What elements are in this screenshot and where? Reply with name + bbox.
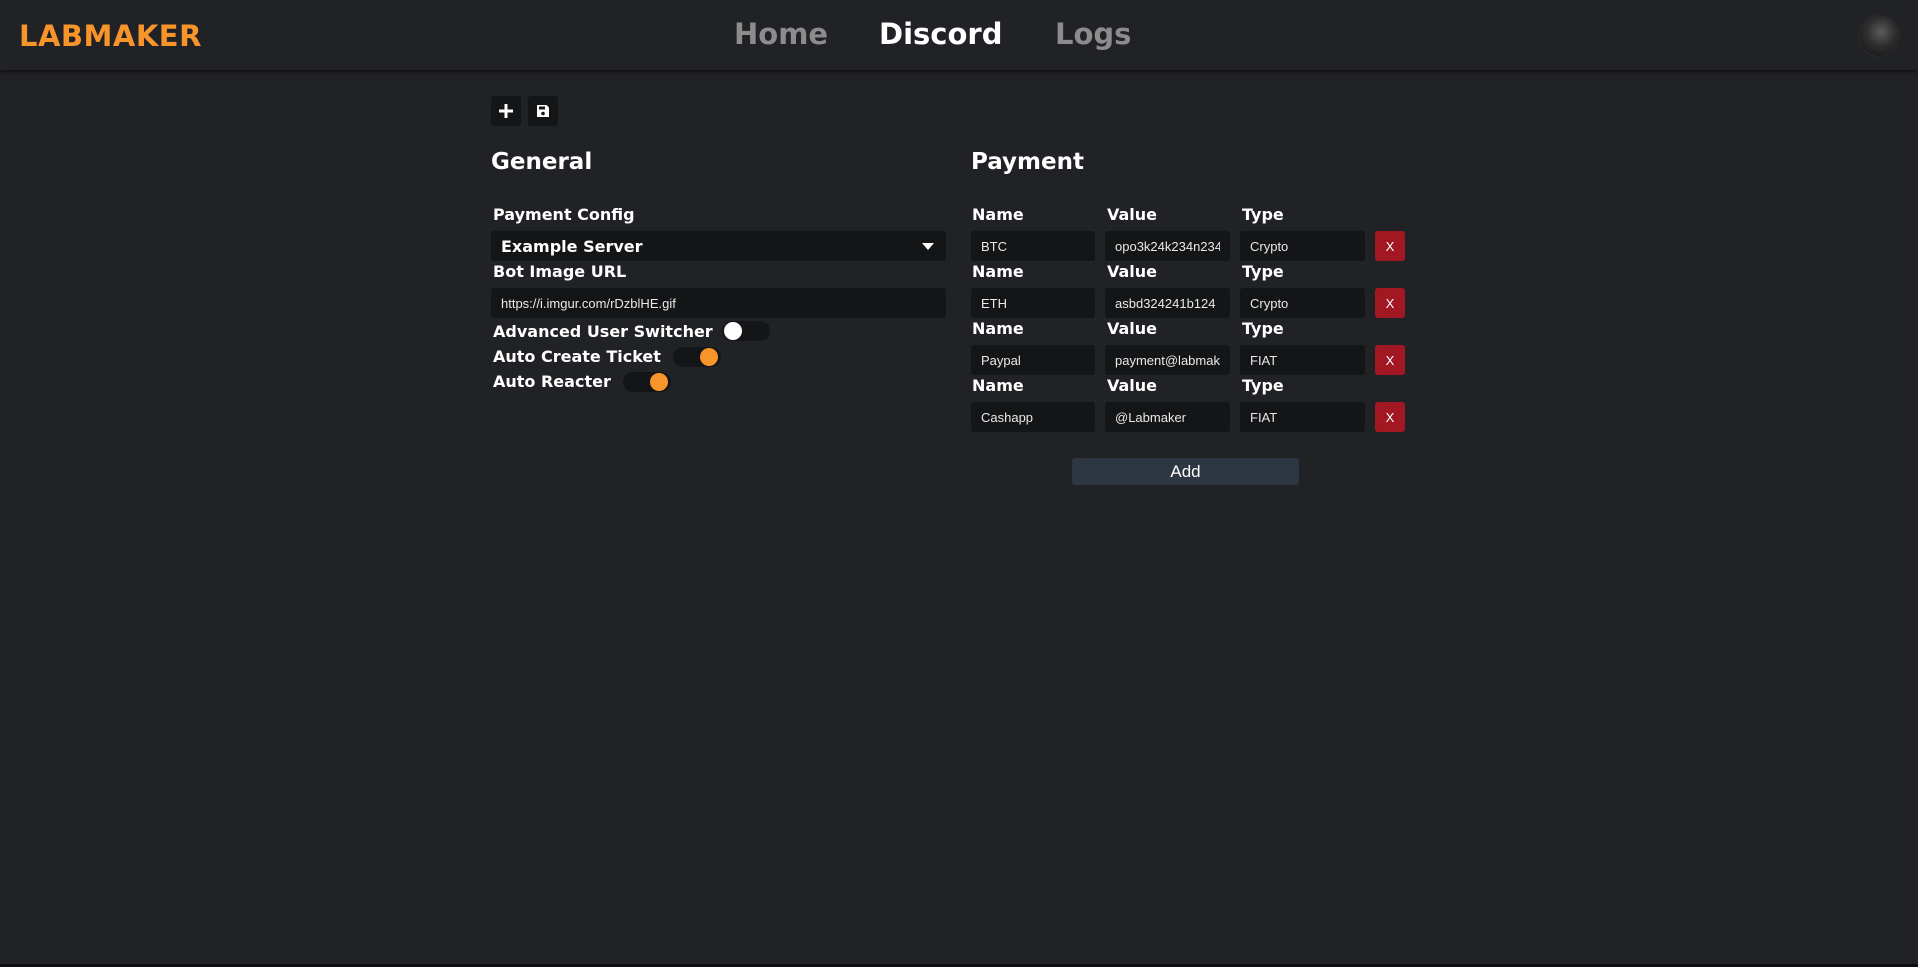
auto-reacter-toggle[interactable] xyxy=(623,372,671,392)
payment-type-header: Type xyxy=(1242,376,1284,395)
payment-value-header: Value xyxy=(1107,319,1158,338)
payment-value-input[interactable] xyxy=(1105,231,1230,261)
toggle-knob xyxy=(650,373,668,391)
add-payment-button[interactable]: Add xyxy=(1072,458,1299,485)
payment-value-header: Value xyxy=(1107,376,1158,395)
payment-value-input[interactable] xyxy=(1105,402,1230,432)
payment-name-input[interactable] xyxy=(971,231,1095,261)
plus-icon xyxy=(499,104,513,118)
toggle-knob xyxy=(724,322,742,340)
nav-discord[interactable]: Discord xyxy=(879,17,1002,51)
payment-name-header: Name xyxy=(972,262,1024,281)
toggle-knob xyxy=(700,348,718,366)
payment-value-header: Value xyxy=(1107,205,1158,224)
bot-image-url-label: Bot Image URL xyxy=(493,262,627,281)
auto-create-ticket-label: Auto Create Ticket xyxy=(493,347,661,366)
payment-config-value: Example Server xyxy=(501,237,643,256)
payment-config-select[interactable]: Example Server xyxy=(491,231,946,261)
payment-name-header: Name xyxy=(972,319,1024,338)
payment-type-input[interactable] xyxy=(1240,288,1365,318)
bot-image-url-input[interactable] xyxy=(491,288,946,318)
chevron-down-icon xyxy=(922,243,934,250)
auto-create-ticket-toggle[interactable] xyxy=(673,347,721,367)
auto-reacter-label: Auto Reacter xyxy=(493,372,611,391)
delete-payment-button[interactable]: X xyxy=(1375,288,1405,318)
delete-payment-button[interactable]: X xyxy=(1375,402,1405,432)
payment-config-label: Payment Config xyxy=(493,205,635,224)
payment-type-input[interactable] xyxy=(1240,345,1365,375)
payment-type-input[interactable] xyxy=(1240,231,1365,261)
payment-type-header: Type xyxy=(1242,319,1284,338)
delete-payment-button[interactable]: X xyxy=(1375,345,1405,375)
payment-type-input[interactable] xyxy=(1240,402,1365,432)
payment-name-input[interactable] xyxy=(971,288,1095,318)
nav-home[interactable]: Home xyxy=(734,17,828,51)
nav-logs[interactable]: Logs xyxy=(1055,17,1131,51)
payment-name-input[interactable] xyxy=(971,402,1095,432)
payment-name-header: Name xyxy=(972,205,1024,224)
delete-payment-button[interactable]: X xyxy=(1375,231,1405,261)
payment-section-title: Payment xyxy=(971,149,1084,175)
payment-name-header: Name xyxy=(972,376,1024,395)
user-avatar[interactable] xyxy=(1858,15,1900,57)
payment-name-input[interactable] xyxy=(971,345,1095,375)
payment-value-input[interactable] xyxy=(1105,288,1230,318)
payment-type-header: Type xyxy=(1242,262,1284,281)
payment-value-header: Value xyxy=(1107,262,1158,281)
brand-logo[interactable]: LABMAKER xyxy=(19,19,202,53)
advanced-user-switcher-label: Advanced User Switcher xyxy=(493,322,713,341)
floppy-disk-icon xyxy=(537,105,549,117)
add-config-button[interactable] xyxy=(491,96,521,126)
save-config-button[interactable] xyxy=(528,96,558,126)
general-section-title: General xyxy=(491,149,593,175)
top-navbar: LABMAKER Home Discord Logs xyxy=(0,0,1918,70)
payment-type-header: Type xyxy=(1242,205,1284,224)
advanced-user-switcher-toggle[interactable] xyxy=(722,321,770,341)
payment-value-input[interactable] xyxy=(1105,345,1230,375)
